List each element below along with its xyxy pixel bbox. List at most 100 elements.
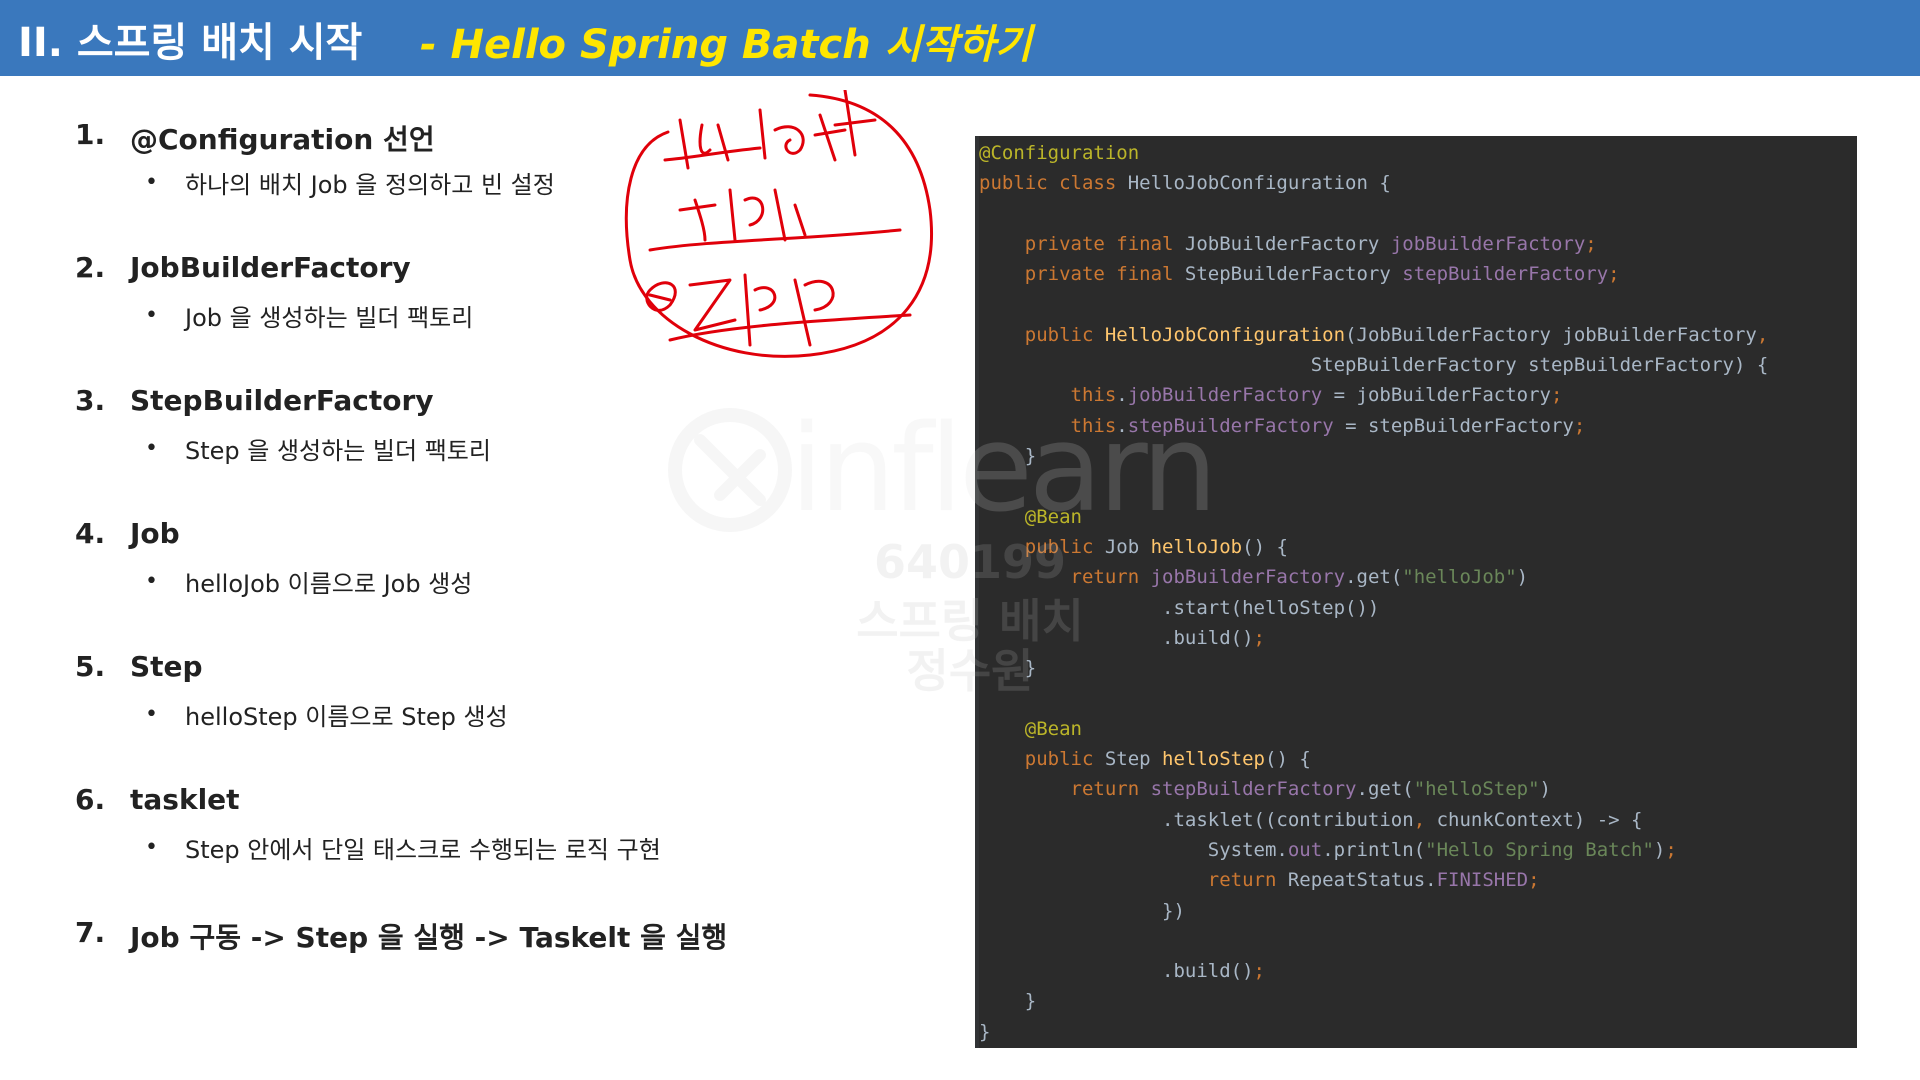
code-token: this xyxy=(979,414,1117,437)
code-token: helloStep xyxy=(1162,748,1265,770)
code-token: ; xyxy=(1253,626,1265,649)
item-description: 하나의 배치 Job 을 정의하고 빈 설정 xyxy=(185,171,555,199)
code-token: .tasklet((contribution xyxy=(979,808,1414,831)
code-token: , xyxy=(1756,323,1769,346)
code-token: .build() xyxy=(979,626,1254,649)
code-line: public Step helloStep() { xyxy=(979,744,1311,774)
code-line: }) xyxy=(979,896,1185,926)
code-token: stepBuilderFactory xyxy=(1402,263,1609,286)
code-line: return RepeatStatus.FINISHED; xyxy=(979,865,1540,895)
code-token: .get( xyxy=(1345,566,1403,589)
code-token: FINISHED xyxy=(1436,869,1529,892)
code-token: chunkContext) -> { xyxy=(1436,808,1643,831)
bullet-icon: • xyxy=(145,436,158,461)
code-token: ; xyxy=(1665,838,1677,861)
code-token: () { xyxy=(1242,535,1288,558)
code-token: stepBuilderFactory xyxy=(1150,778,1357,801)
code-token: this xyxy=(979,384,1117,407)
code-line: .build(); xyxy=(979,623,1265,653)
code-token: ; xyxy=(1253,960,1265,983)
item-title: StepBuilderFactory xyxy=(130,384,434,417)
code-token: StepBuilderFactory stepBuilderFactory) { xyxy=(979,354,1769,377)
code-token: JobBuilderFactory xyxy=(1184,232,1391,255)
code-line: } xyxy=(979,653,1036,683)
code-token: helloJob xyxy=(1150,535,1243,558)
code-token: return xyxy=(979,869,1288,892)
code-line: public HelloJobConfiguration(JobBuilderF… xyxy=(979,320,1769,350)
code-line: .tasklet((contribution, chunkContext) ->… xyxy=(979,805,1642,835)
code-line: System.out.println("Hello Spring Batch")… xyxy=(979,835,1677,865)
code-line: public class HelloJobConfiguration { xyxy=(979,168,1391,198)
bullet-icon: • xyxy=(145,569,158,594)
slide-title: II. 스프링 배치 시작 xyxy=(18,20,363,66)
code-panel: @Configuration public class HelloJobConfi… xyxy=(975,136,1857,1048)
slide-subtitle: - Hello Spring Batch 시작하기 xyxy=(420,22,1032,68)
item-number: 5. xyxy=(75,650,106,683)
code-token: = stepBuilderFactory xyxy=(1333,414,1574,437)
code-token: @Configuration xyxy=(979,142,1140,164)
code-line: } xyxy=(979,1017,990,1047)
code-line: } xyxy=(979,441,1036,471)
item-description: helloJob 이름으로 Job 생성 xyxy=(185,570,473,598)
code-token: . xyxy=(1116,384,1128,407)
code-token: , xyxy=(1413,808,1437,831)
code-token: return xyxy=(979,566,1151,589)
item-number: 4. xyxy=(75,517,106,550)
code-token: out xyxy=(1287,838,1323,861)
code-token: "Hello Spring Batch" xyxy=(1425,838,1654,861)
code-token: jobBuilderFactory xyxy=(1150,566,1346,589)
code-token: @Bean xyxy=(979,505,1082,528)
code-token: = jobBuilderFactory xyxy=(1322,384,1551,407)
code-token: ) xyxy=(1516,566,1529,589)
code-line: return stepBuilderFactory.get("helloStep… xyxy=(979,774,1552,804)
item-number: 6. xyxy=(75,783,106,816)
code-token: Step xyxy=(1104,748,1163,770)
item-number: 3. xyxy=(75,384,106,417)
code-token: .start(helloStep()) xyxy=(979,596,1380,619)
list-item: 5. Step • helloStep 이름으로 Step 생성 xyxy=(75,650,935,783)
code-token: return xyxy=(979,778,1151,801)
item-number: 1. xyxy=(75,118,106,151)
code-line: StepBuilderFactory stepBuilderFactory) { xyxy=(979,350,1769,380)
code-line: .build(); xyxy=(979,956,1265,986)
code-token: .println( xyxy=(1322,838,1426,861)
code-token: private final xyxy=(979,232,1185,255)
bullet-icon: • xyxy=(145,835,158,860)
code-token: ; xyxy=(1608,263,1620,286)
code-token: System. xyxy=(979,838,1288,861)
code-line: public Job helloJob() { xyxy=(979,532,1288,562)
code-line: } xyxy=(979,986,1036,1016)
code-token: jobBuilderFactory xyxy=(1127,384,1323,407)
list-item: 4. Job • helloJob 이름으로 Job 생성 xyxy=(75,517,935,650)
item-title: Step xyxy=(130,650,203,683)
code-token: "helloJob" xyxy=(1402,566,1517,589)
code-token: .build() xyxy=(979,960,1254,983)
code-token: () { xyxy=(1265,748,1311,770)
code-token: Job xyxy=(1104,535,1151,558)
list-item: 3. StepBuilderFactory • Step 을 생성하는 빌더 팩… xyxy=(75,384,935,517)
code-line: @Configuration xyxy=(979,138,1139,168)
bullet-icon: • xyxy=(145,170,158,195)
item-title: Job 구동 -> Step 을 실행 -> Taskelt 을 실행 xyxy=(130,921,728,954)
code-token: public class xyxy=(979,172,1128,195)
item-title: @Configuration 선언 xyxy=(130,123,435,156)
code-token: } xyxy=(979,657,1037,680)
code-token: ) xyxy=(1539,778,1551,801)
code-token: . xyxy=(1116,414,1128,437)
item-description: Step 안에서 단일 태스크로 수행되는 로직 구현 xyxy=(185,836,661,864)
item-description: Job 을 생성하는 빌더 팩토리 xyxy=(185,304,474,332)
code-token: HelloJobConfiguration xyxy=(1104,323,1346,346)
code-token: public xyxy=(979,323,1105,346)
code-token: ) xyxy=(1653,838,1666,861)
item-number: 7. xyxy=(75,916,106,949)
code-token: } xyxy=(979,445,1037,467)
code-line: @Bean xyxy=(979,714,1082,744)
code-token: ; xyxy=(1573,414,1586,437)
code-line: this.stepBuilderFactory = stepBuilderFac… xyxy=(979,411,1586,441)
code-token: (JobBuilderFactory jobBuilderFactory xyxy=(1345,323,1757,346)
code-token: .get( xyxy=(1356,778,1414,801)
code-token: } xyxy=(979,990,1037,1013)
code-token: }) xyxy=(979,899,1185,922)
list-item: 7. Job 구동 -> Step 을 실행 -> Taskelt 을 실행 xyxy=(75,916,935,1049)
bullet-icon: • xyxy=(145,303,158,328)
